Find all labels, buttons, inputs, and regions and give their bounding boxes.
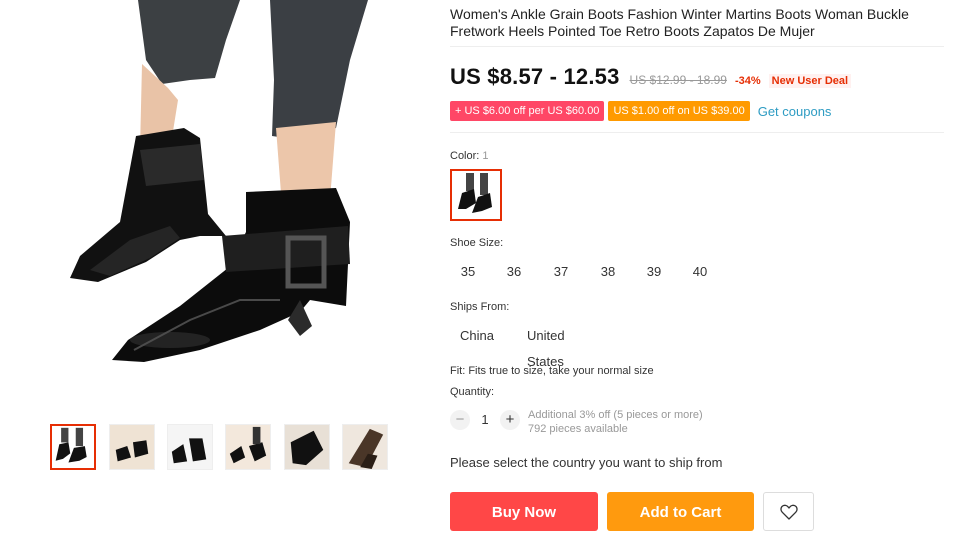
thumbnail-1[interactable] [50, 424, 96, 470]
add-to-cart-button[interactable]: Add to Cart [607, 492, 754, 531]
original-price: US $12.99 - 18.99 [629, 73, 727, 87]
ships-from-china[interactable]: China [460, 323, 494, 349]
shipping-select-message: Please select the country you want to sh… [450, 455, 723, 470]
quantity-decrement-button[interactable]: − [450, 410, 470, 430]
coupon-row: + US $6.00 off per US $60.00 US $1.00 of… [450, 100, 831, 122]
thumbnail-6[interactable] [342, 424, 388, 470]
quantity-notes: Additional 3% off (5 pieces or more) 792… [528, 408, 703, 436]
ships-from-united-states[interactable]: United States [527, 323, 565, 369]
ships-from-label: Ships From: [450, 301, 510, 313]
color-label-text: Color: [450, 150, 480, 162]
thumbnail-2[interactable] [109, 424, 155, 470]
current-price: US $8.57 - 12.53 [450, 64, 620, 89]
get-coupons-link[interactable]: Get coupons [758, 104, 832, 119]
quantity-increment-button[interactable]: + [500, 410, 520, 430]
size-option-35[interactable]: 35 [450, 259, 486, 285]
discount-badge: -34% [734, 75, 761, 87]
size-option-38[interactable]: 38 [590, 259, 626, 285]
divider [450, 132, 944, 133]
wishlist-button[interactable] [763, 492, 814, 531]
divider [450, 46, 944, 47]
thumbnail-image [343, 425, 387, 469]
stock-available: 792 pieces available [528, 423, 628, 435]
thumbnail-4[interactable] [225, 424, 271, 470]
new-user-deal-badge: New User Deal [768, 74, 852, 88]
quantity-label: Quantity: [450, 386, 495, 398]
coupon-tag-1[interactable]: + US $6.00 off per US $60.00 [450, 101, 605, 121]
product-title: Women's Ankle Grain Boots Fashion Winter… [450, 6, 909, 39]
size-option-37[interactable]: 37 [543, 259, 579, 285]
coupon-tag-2[interactable]: US $1.00 off on US $39.00 [608, 101, 750, 121]
size-option-39[interactable]: 39 [636, 259, 672, 285]
product-photo-boots [70, 0, 368, 362]
color-swatch-image [452, 171, 500, 219]
quantity-input[interactable]: 1 [476, 410, 494, 430]
thumbnail-5[interactable] [284, 424, 330, 470]
thumbnail-image [285, 425, 329, 469]
color-count: 1 [482, 150, 489, 162]
shoe-size-label: Shoe Size: [450, 237, 504, 249]
thumbnail-image [168, 425, 212, 469]
buy-now-button[interactable]: Buy Now [450, 492, 598, 531]
thumbnail-image [110, 425, 154, 469]
main-product-image[interactable] [50, 0, 390, 400]
thumbnail-3[interactable] [167, 424, 213, 470]
thumbnail-image [52, 426, 94, 468]
color-swatch-black[interactable] [450, 169, 502, 221]
size-option-36[interactable]: 36 [496, 259, 532, 285]
fit-note: Fit: Fits true to size, take your normal… [450, 365, 654, 377]
bulk-discount-note: Additional 3% off (5 pieces or more) [528, 409, 703, 421]
price-row: US $8.57 - 12.53 US $12.99 - 18.99 -34% … [450, 64, 852, 90]
size-option-40[interactable]: 40 [682, 259, 718, 285]
thumbnail-image [226, 425, 270, 469]
color-label: Color: 1 [450, 150, 489, 162]
heart-outline-icon [779, 504, 798, 520]
